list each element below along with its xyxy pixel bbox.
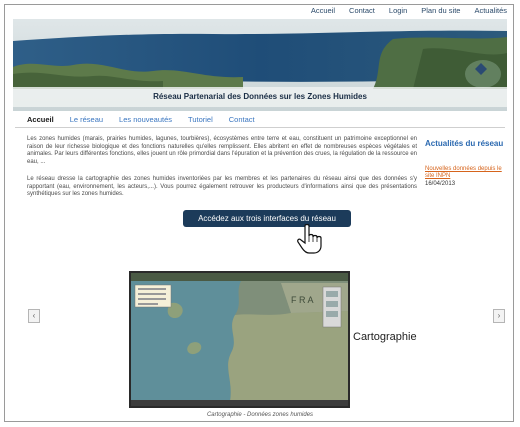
sidebar-news-date: 16/04/2013 bbox=[425, 181, 456, 187]
toplink-contact[interactable]: Contact bbox=[349, 5, 375, 19]
sidebar-news-link[interactable]: Nouvelles données depuis le site INPN bbox=[425, 166, 505, 180]
slideshow-image[interactable]: F R A bbox=[129, 271, 350, 408]
nav-les-nouveautes[interactable]: Les nouveautés bbox=[119, 115, 172, 124]
toplink-login[interactable]: Login bbox=[389, 5, 407, 19]
slideshow-prev-button[interactable]: ‹ bbox=[28, 309, 40, 323]
map-country-label: F R A bbox=[291, 295, 314, 305]
nav-le-reseau[interactable]: Le réseau bbox=[70, 115, 103, 124]
header-banner: Réseau Partenarial des Données sur les Z… bbox=[13, 19, 507, 111]
map-screenshot-image: F R A bbox=[131, 273, 348, 406]
toplink-plan-du-site[interactable]: Plan du site bbox=[421, 5, 460, 19]
page-frame: Accueil Contact Login Plan du site Actua… bbox=[4, 4, 514, 422]
top-links: Accueil Contact Login Plan du site Actua… bbox=[311, 5, 507, 19]
slide-title: Cartographie bbox=[353, 331, 417, 343]
slide-caption: Cartographie - Données zones humides bbox=[206, 412, 314, 418]
nav-divider bbox=[15, 127, 505, 128]
slideshow-next-button[interactable]: › bbox=[493, 309, 505, 323]
nav-contact[interactable]: Contact bbox=[229, 115, 255, 124]
site-title: Réseau Partenarial des Données sur les Z… bbox=[153, 92, 367, 101]
sidebar-news-title: Actualités du réseau bbox=[425, 139, 504, 148]
intro-paragraph-1: Les zones humides (marais, prairies humi… bbox=[27, 136, 417, 165]
nav-accueil[interactable]: Accueil bbox=[27, 115, 54, 124]
toplink-accueil[interactable]: Accueil bbox=[311, 5, 335, 19]
toplink-actualites[interactable]: Actualités bbox=[474, 5, 507, 19]
access-interfaces-button[interactable]: Accédez aux trois interfaces du réseau bbox=[183, 210, 351, 227]
intro-paragraph-2: Le réseau dresse la cartographie des zon… bbox=[27, 176, 417, 197]
main-nav: Accueil Le réseau Les nouveautés Tutorie… bbox=[27, 115, 255, 124]
pointer-hand-icon bbox=[297, 224, 322, 254]
nav-tutoriel[interactable]: Tutoriel bbox=[188, 115, 213, 124]
